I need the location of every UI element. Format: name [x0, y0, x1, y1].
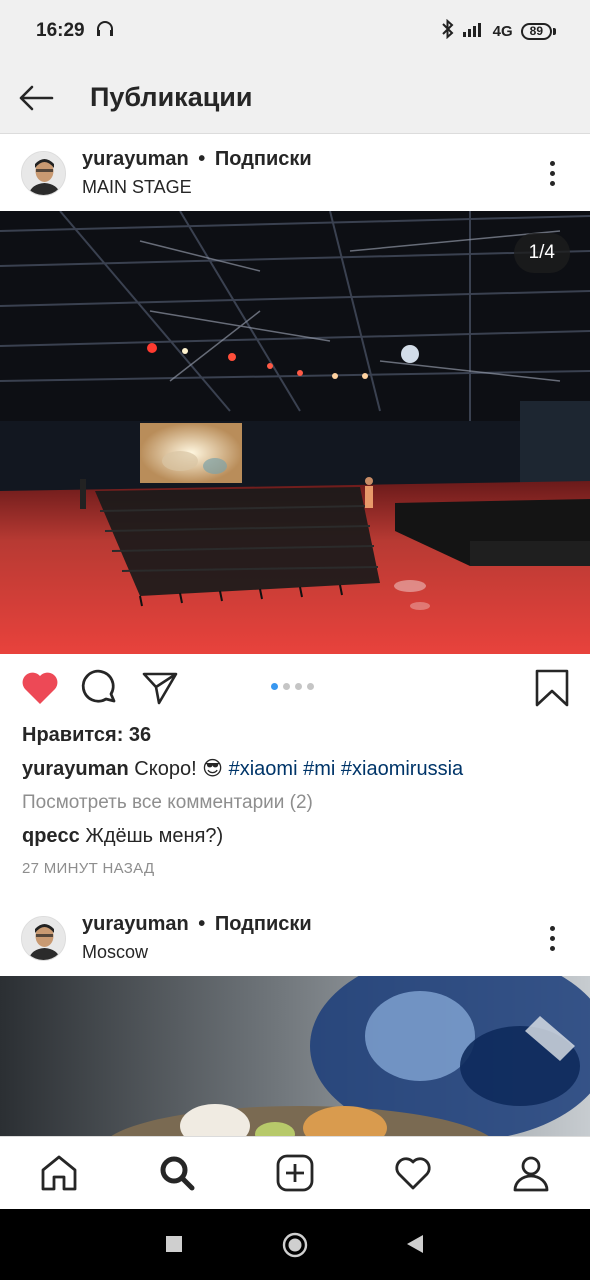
comment-text: Ждёшь меня?) — [85, 825, 224, 847]
back-button[interactable] — [0, 62, 72, 134]
separator-dot: • — [198, 913, 206, 935]
nav-activity[interactable] — [393, 1153, 433, 1193]
home-system-button[interactable] — [282, 1232, 308, 1263]
post-image[interactable] — [0, 976, 590, 1136]
status-time: 16:29 — [36, 20, 85, 41]
carousel-indicator — [271, 683, 314, 690]
battery-level: 89 — [520, 22, 552, 40]
post-username[interactable]: yurayuman — [82, 913, 189, 935]
status-left: 16:29 — [36, 19, 115, 43]
post-location[interactable]: MAIN STAGE — [82, 177, 532, 198]
carousel-counter: 1/4 — [513, 233, 570, 273]
hashtag[interactable]: #mi — [303, 758, 335, 780]
post-caption: yurayuman Скоро! 😎 #xiaomi #mi #xiaomiru… — [22, 756, 463, 781]
nav-add-post[interactable] — [275, 1153, 315, 1193]
hall-photo — [0, 211, 590, 654]
more-options-button[interactable] — [532, 143, 572, 203]
follow-status[interactable]: Подписки — [215, 913, 312, 935]
post-meta: yurayuman • Подписки Moscow — [82, 913, 532, 963]
network-type: 4G — [492, 22, 513, 40]
carousel-dot — [307, 683, 314, 690]
headphones-icon — [95, 19, 115, 43]
post-user-line: yurayuman • Подписки — [82, 913, 532, 936]
heart-icon — [395, 1157, 431, 1190]
comment-item: qpecc Ждёшь меня?) — [22, 825, 223, 848]
heart-filled-icon — [22, 672, 58, 704]
back-triangle-icon — [407, 1235, 423, 1253]
comment-button[interactable] — [80, 668, 120, 708]
nav-profile[interactable] — [511, 1153, 551, 1193]
home-icon — [41, 1155, 77, 1191]
avatar[interactable] — [21, 150, 66, 196]
post-meta: yurayuman • Подписки MAIN STAGE — [82, 148, 532, 198]
separator-dot: • — [198, 148, 206, 170]
recents-button[interactable] — [165, 1235, 183, 1258]
carousel-dot-active — [271, 683, 278, 690]
carousel-dot — [283, 683, 290, 690]
home-circle-icon — [282, 1232, 308, 1258]
post-location[interactable]: Moscow — [82, 942, 532, 963]
post-timestamp: 27 МИНУТ НАЗАД — [22, 860, 155, 877]
carousel-dot — [295, 683, 302, 690]
top-header: Публикации — [0, 62, 590, 134]
back-system-button[interactable] — [406, 1234, 424, 1259]
search-icon — [160, 1156, 195, 1191]
send-icon — [142, 672, 178, 705]
comment-username[interactable]: qpecc — [22, 825, 80, 847]
status-bar: 16:29 4G 89 — [0, 0, 590, 62]
post-username[interactable]: yurayuman — [82, 148, 189, 170]
food-photo — [0, 976, 590, 1136]
follow-status[interactable]: Подписки — [215, 148, 312, 170]
post-header: yurayuman • Подписки MAIN STAGE — [0, 135, 590, 211]
more-options-button[interactable] — [532, 908, 572, 968]
likes-count[interactable]: Нравится: 36 — [22, 724, 151, 747]
view-all-comments-link[interactable]: Посмотреть все комментарии (2) — [22, 792, 313, 814]
save-button[interactable] — [532, 668, 572, 708]
nav-home[interactable] — [39, 1153, 79, 1193]
avatar[interactable] — [21, 915, 66, 961]
bookmark-icon — [535, 669, 569, 707]
add-post-icon — [276, 1154, 314, 1192]
hashtag[interactable]: #xiaomi — [229, 758, 298, 780]
page-title: Публикации — [90, 82, 253, 112]
recents-icon — [166, 1236, 182, 1252]
share-button[interactable] — [140, 668, 180, 708]
status-right: 4G 89 — [441, 18, 556, 43]
bottom-navigation — [0, 1136, 590, 1209]
post-user-line: yurayuman • Подписки — [82, 148, 532, 171]
battery-icon: 89 — [520, 22, 556, 40]
like-button[interactable] — [20, 668, 60, 708]
post-image[interactable]: 1/4 — [0, 211, 590, 654]
caption-text: Скоро! 😎 — [134, 758, 224, 780]
bluetooth-icon — [441, 18, 455, 43]
nav-search[interactable] — [157, 1153, 197, 1193]
caption-username[interactable]: yurayuman — [22, 758, 129, 780]
hashtag[interactable]: #xiaomirussia — [341, 758, 463, 780]
arrow-left-icon — [19, 85, 54, 110]
profile-icon — [513, 1156, 549, 1192]
signal-icon — [462, 21, 485, 41]
comment-icon — [81, 669, 116, 703]
post-header: yurayuman • Подписки Moscow — [0, 900, 590, 976]
system-navigation-bar — [0, 1209, 590, 1280]
